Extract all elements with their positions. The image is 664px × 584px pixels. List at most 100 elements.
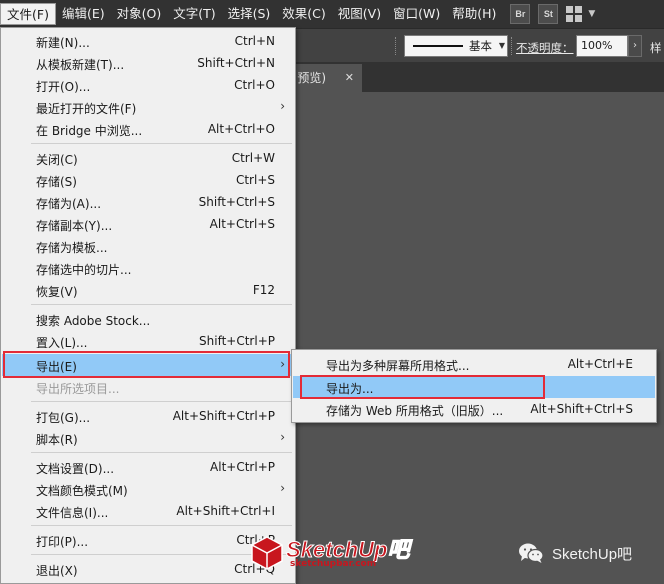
export-as-annotation-box: [300, 375, 545, 399]
menu-item-save-as-template[interactable]: 存储为模板...: [2, 235, 294, 257]
stroke-preview: [413, 45, 463, 47]
style-label[interactable]: 样: [650, 40, 662, 56]
menu-item-label: 新建(N)...: [36, 36, 90, 50]
file-menu: 新建(N)... Ctrl+N 从模板新建(T)... Shift+Ctrl+N 打…: [0, 27, 296, 584]
opacity-input[interactable]: 100%: [576, 35, 628, 57]
menu-item-shortcut: Alt+Shift+Ctrl+S: [530, 402, 633, 416]
menu-item-label: 退出(X): [36, 564, 78, 578]
menu-file[interactable]: 文件(F): [0, 3, 56, 25]
menu-view[interactable]: 视图(V): [332, 3, 387, 25]
menu-item-label: 存储为模板...: [36, 241, 108, 255]
menu-item-package[interactable]: 打包(G)... Alt+Shift+Ctrl+P: [2, 405, 294, 427]
menu-select[interactable]: 选择(S): [222, 3, 277, 25]
menu-separator: [31, 401, 292, 402]
opacity-label[interactable]: 不透明度：: [516, 40, 574, 56]
menu-help[interactable]: 帮助(H): [446, 3, 502, 25]
menu-item-shortcut: Shift+Ctrl+P: [199, 334, 275, 348]
watermark-social: SketchUp吧: [518, 540, 664, 566]
menu-item-label: 搜索 Adobe Stock...: [36, 314, 151, 328]
menu-item-revert[interactable]: 恢复(V) F12: [2, 279, 294, 301]
watermark-social-name: SketchUp吧: [552, 545, 633, 563]
menu-item-label: 最近打开的文件(F): [36, 102, 137, 116]
menu-item-shortcut: Alt+Ctrl+S: [209, 217, 275, 231]
chevron-right-icon: ›: [280, 481, 285, 495]
menu-item-open-recent[interactable]: 最近打开的文件(F) ›: [2, 96, 294, 118]
menu-item-browse-in-bridge[interactable]: 在 Bridge 中浏览... Alt+Ctrl+O: [2, 118, 294, 140]
export-annotation-box: [3, 351, 290, 378]
stroke-style-label: 基本: [469, 39, 492, 53]
menu-separator: [31, 304, 292, 305]
sketchup-cube-icon: [251, 536, 283, 570]
menu-item-label: 在 Bridge 中浏览...: [36, 124, 143, 138]
menu-item-new[interactable]: 新建(N)... Ctrl+N: [2, 30, 294, 52]
menu-separator: [31, 525, 292, 526]
menu-item-shortcut: Ctrl+N: [234, 34, 275, 48]
menu-item-label: 导出所选项目...: [36, 382, 120, 396]
menu-item-shortcut: Ctrl+W: [231, 151, 275, 165]
menu-item-label: 文件信息(I)...: [36, 506, 109, 520]
chevron-right-icon: ›: [280, 430, 285, 444]
bridge-button[interactable]: Br: [510, 4, 531, 24]
menu-item-save-selected-slices[interactable]: 存储选中的切片...: [2, 257, 294, 279]
menu-item-label: 文档颜色模式(M): [36, 484, 128, 498]
menu-item-label: 打开(O)...: [36, 80, 91, 94]
menu-item-label: 导出为多种屏幕所用格式...: [326, 359, 470, 373]
menu-item-label: 恢复(V): [36, 285, 78, 299]
chevron-down-icon: ▼: [498, 41, 505, 50]
menu-item-label: 打包(G)...: [36, 411, 91, 425]
menu-item-open[interactable]: 打开(O)... Ctrl+O: [2, 74, 294, 96]
menu-type[interactable]: 文字(T): [167, 3, 221, 25]
chevron-right-icon[interactable]: ›: [628, 35, 642, 57]
menu-edit[interactable]: 编辑(E): [56, 3, 111, 25]
menu-item-place[interactable]: 置入(L)... Shift+Ctrl+P: [2, 330, 294, 352]
menu-item-label: 文档设置(D)...: [36, 462, 115, 476]
watermark-logo: SketchUp吧 sketchupbar.com: [250, 530, 434, 576]
menu-item-shortcut: Alt+Shift+Ctrl+I: [176, 504, 275, 518]
menu-item-document-setup[interactable]: 文档设置(D)... Alt+Ctrl+P: [2, 456, 294, 478]
menu-item-document-color-mode[interactable]: 文档颜色模式(M) ›: [2, 478, 294, 500]
close-icon[interactable]: ✕: [345, 64, 354, 92]
toolbar-grip: [395, 37, 397, 55]
menu-item-label: 存储(S): [36, 175, 77, 189]
toolbar-grip: [511, 37, 513, 55]
menu-item-shortcut: F12: [252, 283, 275, 297]
menu-item-shortcut: Shift+Ctrl+S: [198, 195, 275, 209]
menu-item-save-as[interactable]: 存储为(A)... Shift+Ctrl+S: [2, 191, 294, 213]
menu-item-label: 存储为 Web 所用格式（旧版）...: [326, 404, 504, 418]
menu-item-shortcut: Ctrl+O: [234, 78, 275, 92]
menu-item-export-selection[interactable]: 导出所选项目...: [2, 376, 294, 398]
menu-window[interactable]: 窗口(W): [387, 3, 446, 25]
menu-item-save-copy[interactable]: 存储副本(Y)... Alt+Ctrl+S: [2, 213, 294, 235]
menu-item-shortcut: Alt+Ctrl+E: [567, 357, 633, 371]
stock-button[interactable]: St: [538, 4, 559, 24]
menu-item-search-adobe-stock[interactable]: 搜索 Adobe Stock...: [2, 308, 294, 330]
menu-item-label: 关闭(C): [36, 153, 78, 167]
menu-separator: [31, 452, 292, 453]
menu-object[interactable]: 对象(O): [111, 3, 168, 25]
menu-item-shortcut: Alt+Shift+Ctrl+P: [172, 409, 275, 423]
menu-item-scripts[interactable]: 脚本(R) ›: [2, 427, 294, 449]
menu-item-shortcut: Ctrl+S: [235, 173, 275, 187]
menu-item-new-from-template[interactable]: 从模板新建(T)... Shift+Ctrl+N: [2, 52, 294, 74]
menu-item-close[interactable]: 关闭(C) Ctrl+W: [2, 147, 294, 169]
menubar: 文件(F) 编辑(E) 对象(O) 文字(T) 选择(S) 效果(C) 视图(V…: [0, 0, 664, 28]
watermark-domain: sketchupbar.com: [290, 559, 377, 569]
workspace-grid-icon[interactable]: [566, 6, 584, 22]
submenu-item-save-for-web[interactable]: 存储为 Web 所用格式（旧版）... Alt+Shift+Ctrl+S: [293, 398, 655, 420]
stroke-style-dropdown[interactable]: 基本 ▼: [404, 35, 508, 57]
wechat-icon: [519, 543, 544, 563]
menu-item-file-info[interactable]: 文件信息(I)... Alt+Shift+Ctrl+I: [2, 500, 294, 522]
menu-item-label: 打印(P)...: [36, 535, 89, 549]
menu-item-label: 从模板新建(T)...: [36, 58, 125, 72]
menu-effect[interactable]: 效果(C): [276, 3, 331, 25]
menu-item-label: 存储副本(Y)...: [36, 219, 113, 233]
submenu-item-export-for-screens[interactable]: 导出为多种屏幕所用格式... Alt+Ctrl+E: [293, 353, 655, 375]
menu-item-label: 脚本(R): [36, 433, 78, 447]
menu-item-shortcut: Shift+Ctrl+N: [197, 56, 275, 70]
menu-item-shortcut: Alt+Ctrl+O: [207, 122, 275, 136]
chevron-right-icon: ›: [280, 99, 285, 113]
menu-item-save[interactable]: 存储(S) Ctrl+S: [2, 169, 294, 191]
menu-item-shortcut: Alt+Ctrl+P: [210, 460, 275, 474]
chevron-down-icon[interactable]: ▼: [588, 9, 595, 19]
menu-item-label: 置入(L)...: [36, 336, 88, 350]
